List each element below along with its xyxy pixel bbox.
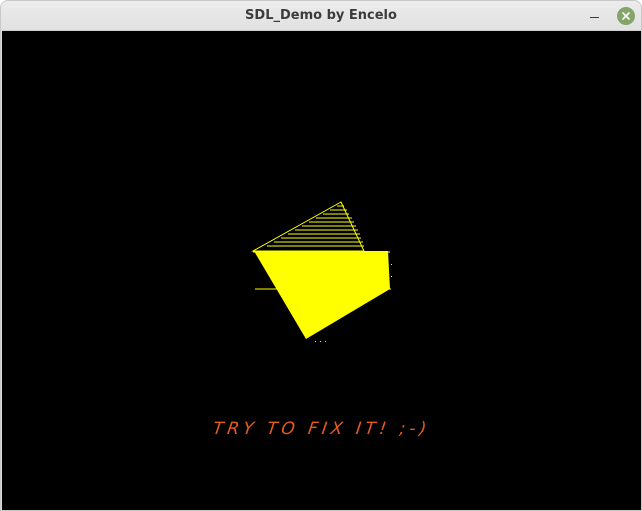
app-window: SDL_Demo by Encelo TRY TO FIX IT! ;-): [0, 0, 642, 511]
caption-text: TRY TO FIX IT! ;-): [211, 419, 432, 439]
render-canvas: TRY TO FIX IT! ;-): [2, 31, 641, 510]
close-icon: [622, 12, 630, 20]
window-title: SDL_Demo by Encelo: [245, 8, 397, 23]
rotating-square: [251, 201, 392, 342]
close-button[interactable]: [617, 7, 635, 25]
title-bar[interactable]: SDL_Demo by Encelo: [1, 1, 641, 31]
square-hatch: [251, 201, 365, 252]
square-fill: [253, 251, 390, 339]
minimize-icon: [590, 17, 599, 18]
minimize-button[interactable]: [585, 7, 603, 25]
